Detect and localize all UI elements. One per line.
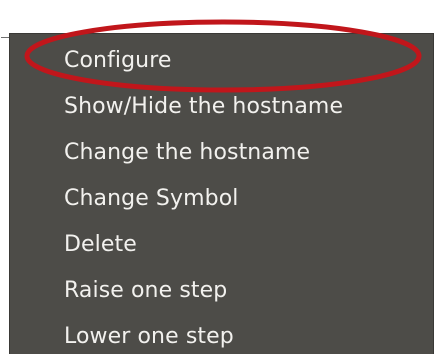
menu-item-lower-one-step[interactable]: Lower one step xyxy=(10,313,433,354)
screenshot-canvas: Configure Show/Hide the hostname Change … xyxy=(0,0,436,354)
menu-item-change-hostname[interactable]: Change the hostname xyxy=(10,129,433,175)
menu-item-configure[interactable]: Configure xyxy=(10,37,433,83)
menu-item-change-symbol[interactable]: Change Symbol xyxy=(10,175,433,221)
menu-item-show-hide-hostname[interactable]: Show/Hide the hostname xyxy=(10,83,433,129)
menu-item-raise-one-step[interactable]: Raise one step xyxy=(10,267,433,313)
decorative-mark xyxy=(0,34,10,40)
context-menu: Configure Show/Hide the hostname Change … xyxy=(10,34,433,354)
menu-item-delete[interactable]: Delete xyxy=(10,221,433,267)
